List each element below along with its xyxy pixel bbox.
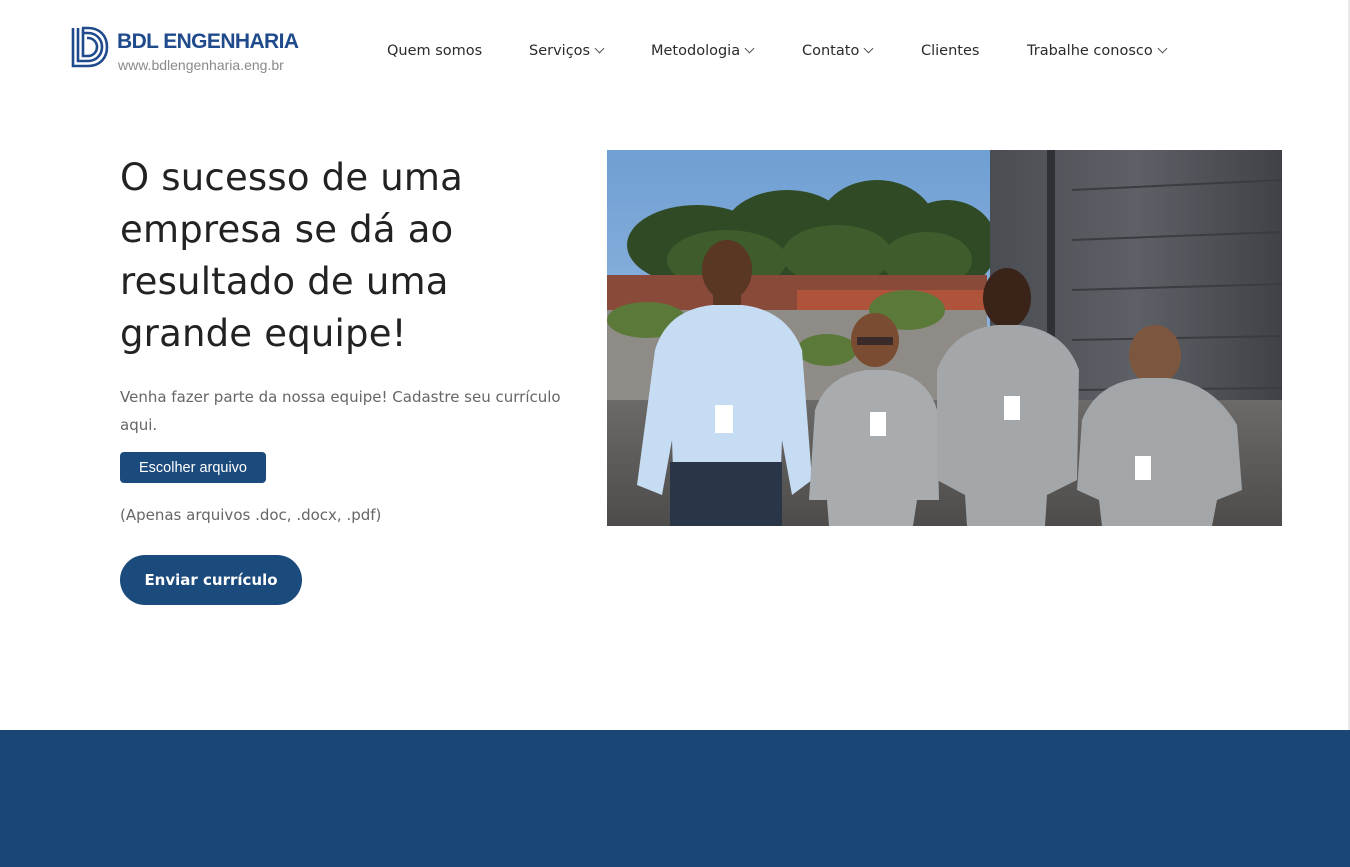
chevron-down-icon (1157, 43, 1168, 54)
nav-item-label: Clientes (921, 43, 980, 59)
nav-item-label: Serviços (529, 43, 591, 59)
main-nav: Quem somos Serviços Metodologia Contato … (0, 38, 1350, 64)
submit-resume-button[interactable]: Enviar currículo (120, 555, 302, 605)
nav-item-label: Trabalhe conosco (1027, 43, 1153, 59)
nav-item-contato[interactable]: Contato (802, 38, 874, 64)
chevron-down-icon (594, 43, 605, 54)
hero-description: Venha fazer parte da nossa equipe! Cadas… (120, 388, 561, 434)
footer-band (0, 730, 1350, 867)
nav-item-label: Contato (802, 43, 860, 59)
nav-item-label: Quem somos (387, 43, 483, 59)
nav-item-metodologia[interactable]: Metodologia (651, 38, 755, 64)
file-type-note: (Apenas arquivos .doc, .docx, .pdf) (120, 506, 382, 524)
chevron-down-icon (744, 43, 755, 54)
hero-title: O sucesso de uma empresa se dá ao result… (120, 156, 464, 355)
nav-item-quem-somos[interactable]: Quem somos (387, 38, 482, 64)
site-header: BDL ENGENHARIA www.bdlengenharia.eng.br … (0, 0, 1350, 100)
choose-file-button[interactable]: Escolher arquivo (120, 452, 266, 483)
team-photo (607, 150, 1282, 526)
nav-item-trabalhe-conosco[interactable]: Trabalhe conosco (1027, 38, 1168, 64)
nav-item-clientes[interactable]: Clientes (921, 38, 979, 64)
chevron-down-icon (863, 43, 874, 54)
nav-item-label: Metodologia (651, 43, 741, 59)
nav-item-servicos[interactable]: Serviços (529, 38, 605, 64)
